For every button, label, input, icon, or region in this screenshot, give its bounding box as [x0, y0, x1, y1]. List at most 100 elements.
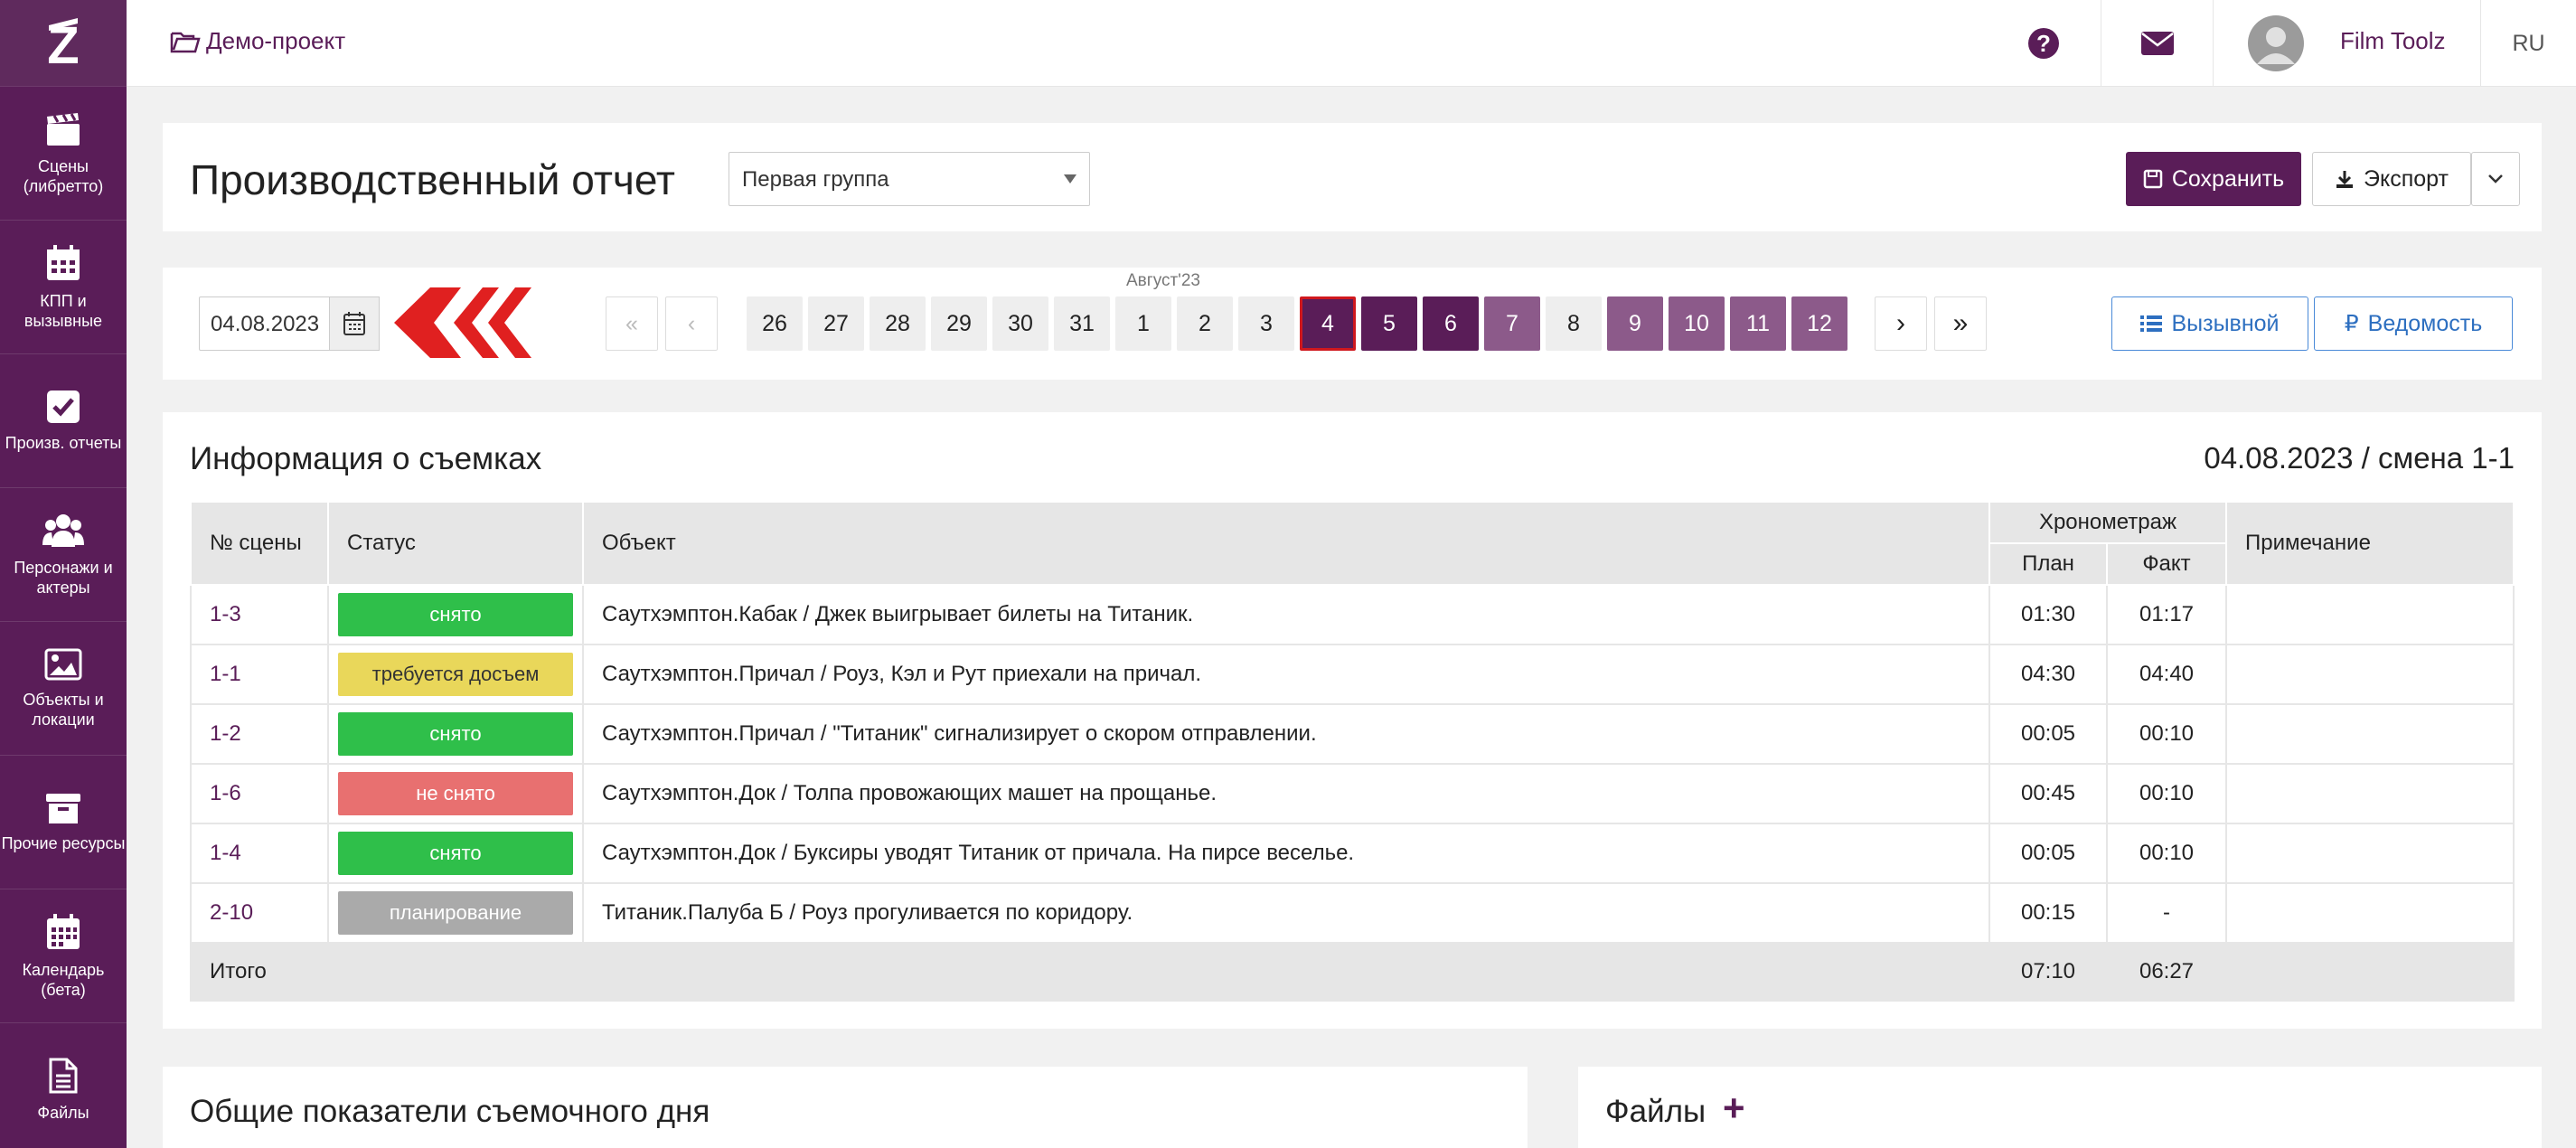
status-badge[interactable]: не снято — [338, 772, 573, 815]
day-3[interactable]: 3 — [1238, 296, 1294, 351]
fact-cell: 04:40 — [2106, 644, 2227, 705]
plan-cell: 01:30 — [1988, 584, 2108, 645]
note-cell[interactable] — [2225, 703, 2515, 765]
chevron-down-icon — [2488, 174, 2503, 183]
note-cell[interactable] — [2225, 882, 2515, 944]
day-1[interactable]: 1 — [1115, 296, 1171, 351]
table-row[interactable]: 1-4 снято Саутхэмптон.Док / Буксиры уводят… — [190, 823, 2515, 884]
day-2[interactable]: 2 — [1177, 296, 1233, 351]
total-label: Итого — [190, 942, 329, 1002]
sidebar: Z Сцены (либретто) КПП и вызывные Произв… — [0, 0, 127, 1148]
save-button[interactable]: Сохранить — [2126, 152, 2301, 206]
floppy-disk-icon — [2143, 169, 2163, 189]
group-select[interactable]: Первая группа — [729, 152, 1090, 206]
plan-cell: 00:05 — [1988, 703, 2108, 765]
col-object[interactable]: Объект — [582, 501, 1990, 586]
fact-cell: 00:10 — [2106, 823, 2227, 884]
save-label: Сохранить — [2171, 165, 2285, 192]
section-title: Информация о съемках — [190, 441, 542, 476]
first-page-button[interactable]: « — [606, 296, 658, 351]
day-10[interactable]: 10 — [1669, 296, 1725, 351]
status-badge[interactable]: требуется досъем — [338, 653, 573, 696]
scene-link[interactable]: 1-3 — [210, 602, 241, 626]
scene-link[interactable]: 1-4 — [210, 841, 241, 865]
sidebar-item-objects[interactable]: Объекты и локации — [0, 622, 127, 756]
month-label: Август'23 — [1126, 271, 1200, 290]
sidebar-item-label: Произв. отчеты — [5, 433, 122, 452]
day-26[interactable]: 26 — [747, 296, 803, 351]
status-badge[interactable]: планирование — [338, 891, 573, 935]
calendar-grid-icon — [47, 913, 80, 949]
project-link[interactable]: Демо-проект — [170, 27, 345, 55]
file-icon — [49, 1058, 78, 1094]
object-cell: Титаник.Палуба Б / Роуз прогуливается по… — [582, 882, 1990, 944]
calendar-picker-button[interactable] — [329, 296, 380, 351]
col-timing: Хронометраж — [1988, 501, 2227, 544]
users-icon — [42, 513, 84, 547]
table-row[interactable]: 1-1 требуется досъем Саутхэмптон.Причал / … — [190, 644, 2515, 705]
sidebar-item-calendar[interactable]: Календарь (бета) — [0, 889, 127, 1023]
day-27[interactable]: 27 — [808, 296, 864, 351]
add-file-button[interactable]: + — [1723, 1087, 1745, 1130]
callsheet-button[interactable]: Вызывной — [2111, 296, 2308, 351]
col-note: Примечание — [2225, 501, 2515, 586]
total-plan: 07:10 — [1988, 942, 2108, 1002]
section-title: Общие показатели съемочного дня — [190, 1094, 710, 1129]
page-title: Производственный отчет — [190, 156, 675, 203]
last-page-button[interactable]: » — [1934, 296, 1987, 351]
previous-page-button[interactable]: ‹ — [665, 296, 718, 351]
export-dropdown-button[interactable] — [2471, 152, 2520, 206]
table-row[interactable]: 1-3 снято Саутхэмптон.Кабак / Джек выигрыв… — [190, 584, 2515, 645]
day-5[interactable]: 5 — [1361, 296, 1417, 351]
scene-link[interactable]: 1-2 — [210, 721, 241, 746]
day-28[interactable]: 28 — [870, 296, 926, 351]
export-label: Экспорт — [2364, 165, 2449, 192]
export-button[interactable]: Экспорт — [2312, 152, 2471, 206]
app-logo[interactable]: Z — [0, 0, 127, 87]
sidebar-item-label: КПП и вызывные — [24, 291, 103, 330]
archive-icon — [46, 793, 80, 823]
day-30[interactable]: 30 — [992, 296, 1048, 351]
note-cell[interactable] — [2225, 823, 2515, 884]
day-29[interactable]: 29 — [931, 296, 987, 351]
scene-link[interactable]: 1-6 — [210, 781, 241, 805]
col-scene[interactable]: № сцены — [190, 501, 329, 586]
sidebar-item-kpp[interactable]: КПП и вызывные — [0, 221, 127, 354]
table-row[interactable]: 1-2 снято Саутхэмптон.Причал / "Титаник" с… — [190, 703, 2515, 765]
rewind-arrows-icon[interactable] — [394, 286, 535, 360]
day-31[interactable]: 31 — [1054, 296, 1110, 351]
table-row[interactable]: 1-6 не снято Саутхэмптон.Док / Толпа прово… — [190, 763, 2515, 824]
col-plan: План — [1988, 542, 2108, 586]
day-8[interactable]: 8 — [1546, 296, 1602, 351]
status-badge[interactable]: снято — [338, 593, 573, 636]
help-button[interactable]: ? — [1987, 0, 2101, 87]
user-menu[interactable]: Film Toolz — [2213, 0, 2480, 87]
sidebar-item-scenes[interactable]: Сцены (либретто) — [0, 87, 127, 221]
day-11[interactable]: 11 — [1730, 296, 1786, 351]
sidebar-item-resources[interactable]: Прочие ресурсы — [0, 756, 127, 889]
table-row[interactable]: 2-10 планирование Титаник.Палуба Б / Роуз … — [190, 882, 2515, 944]
scene-link[interactable]: 2-10 — [210, 900, 253, 925]
sidebar-item-characters[interactable]: Персонажи и актеры — [0, 488, 127, 622]
day-12[interactable]: 12 — [1791, 296, 1847, 351]
note-cell[interactable] — [2225, 584, 2515, 645]
day-4[interactable]: 4 — [1300, 296, 1356, 351]
note-cell[interactable] — [2225, 644, 2515, 705]
day-6[interactable]: 6 — [1423, 296, 1479, 351]
sidebar-item-files[interactable]: Файлы — [0, 1023, 127, 1148]
avatar — [2248, 15, 2304, 71]
sidebar-item-reports[interactable]: Произв. отчеты — [0, 354, 127, 488]
section-title: Файлы — [1605, 1094, 1706, 1129]
scene-link[interactable]: 1-1 — [210, 662, 241, 686]
note-cell[interactable] — [2225, 763, 2515, 824]
day-9[interactable]: 9 — [1607, 296, 1663, 351]
next-page-button[interactable]: › — [1875, 296, 1927, 351]
status-badge[interactable]: снято — [338, 712, 573, 756]
statement-button[interactable]: ₽ Ведомость — [2314, 296, 2513, 351]
day-7[interactable]: 7 — [1484, 296, 1540, 351]
calendar-icon — [343, 312, 365, 335]
messages-button[interactable] — [2101, 0, 2213, 87]
status-badge[interactable]: снято — [338, 832, 573, 875]
col-status[interactable]: Статус — [327, 501, 584, 586]
language-switch[interactable]: RU — [2480, 0, 2576, 87]
